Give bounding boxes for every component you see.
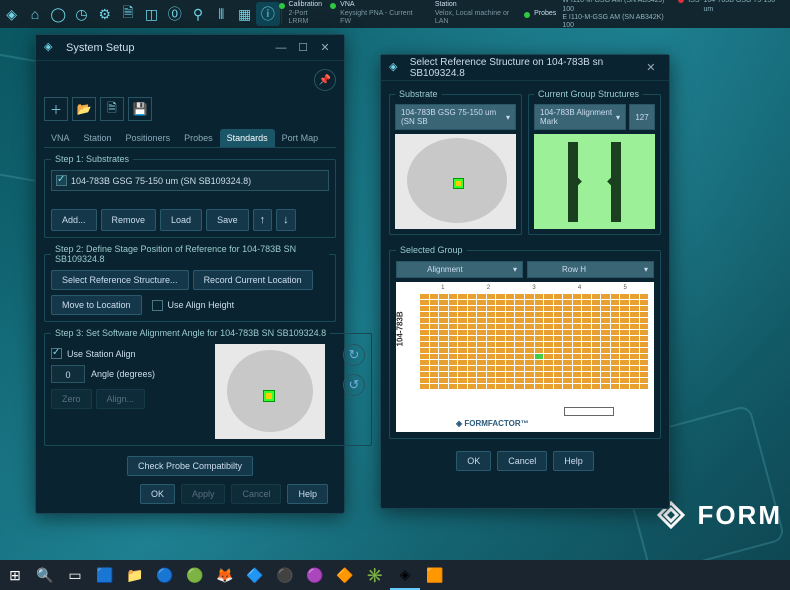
align-height-checkbox[interactable]	[152, 300, 163, 311]
app-icon[interactable]: 🔷	[240, 560, 270, 590]
save-substrate-button[interactable]: Save	[206, 209, 249, 231]
cancel-button[interactable]: Cancel	[231, 484, 281, 504]
add-button[interactable]: Add...	[51, 209, 97, 231]
user-icon[interactable]: ◯	[47, 2, 70, 26]
window-title: Select Reference Structure on 104-783B s…	[410, 57, 641, 79]
window-icon: ◈	[389, 60, 404, 76]
close-button[interactable]: ✕	[641, 59, 661, 77]
taskbar: ⊞ 🔍 ▭ 🟦 📁 🔵 🟢 🦊 🔷 ⚫ 🟣 🔶 ✳️ ◈ 🟧	[0, 560, 790, 590]
remove-button[interactable]: Remove	[101, 209, 157, 231]
open-button[interactable]: 📂	[72, 97, 96, 121]
system-setup-window: ◈ System Setup — ☐ ✕ 📌 ＋ 📂 🗎 💾 VNA Stati…	[35, 34, 345, 514]
help-button[interactable]: Help	[287, 484, 328, 504]
new-button[interactable]: ＋	[44, 97, 68, 121]
align-icon[interactable]: ▦	[233, 2, 256, 26]
move-location-button[interactable]: Move to Location	[51, 295, 142, 315]
tab-standards[interactable]: Standards	[220, 129, 275, 147]
status-probes: Probes	[528, 10, 562, 18]
app-topbar: ◈ ⌂ ◯ ◷ ⚙ 🗎 ◫ ⓪ ⚲ ⫴ ▦ ⓘ Calibration2-Por…	[0, 0, 790, 28]
selected-group-fieldset: Selected Group Alignment▾ Row H▾ 104-783…	[389, 245, 661, 439]
saveas-button[interactable]: 💾	[128, 97, 152, 121]
pin-button[interactable]: 📌	[314, 69, 336, 91]
window-title: System Setup	[66, 42, 134, 54]
tab-portmap[interactable]: Port Map	[275, 129, 326, 147]
alignment-dropdown[interactable]: Alignment▾	[396, 261, 523, 278]
app-logo-icon: ◈	[0, 2, 23, 26]
app-icon[interactable]: ✳️	[360, 560, 390, 590]
pin-icon[interactable]: ⚲	[186, 2, 209, 26]
step1-fieldset: Step 1: Substrates 104-783B GSG 75-150 u…	[44, 154, 336, 238]
tab-probes[interactable]: Probes	[177, 129, 220, 147]
tab-vna[interactable]: VNA	[44, 129, 77, 147]
record-location-button[interactable]: Record Current Location	[193, 270, 313, 290]
ok-button[interactable]: OK	[140, 484, 175, 504]
powerpoint-icon[interactable]: 🟧	[420, 560, 450, 590]
step2-fieldset: Step 2: Define Stage Position of Referen…	[44, 244, 336, 322]
gauge-icon[interactable]: ◷	[70, 2, 93, 26]
reference-window: ◈ Select Reference Structure on 104-783B…	[380, 54, 670, 509]
substrate-preview	[395, 134, 516, 229]
edge-icon[interactable]: 🔵	[150, 560, 180, 590]
current-group-fieldset: Current Group Structures 104-783B Alignm…	[528, 89, 661, 235]
close-button[interactable]: ✕	[314, 39, 336, 57]
load-button[interactable]: Load	[160, 209, 202, 231]
die-map[interactable]: 104-783B 12345 ◈ FORMFACTOR™	[396, 282, 654, 432]
app-icon[interactable]: ◈	[390, 560, 420, 590]
substrate-row[interactable]: 104-783B GSG 75-150 um (SN SB109324.8)	[51, 170, 329, 191]
alignment-preview	[534, 134, 655, 229]
zero-button[interactable]: Zero	[51, 389, 92, 409]
tune-icon[interactable]: ⫴	[210, 2, 233, 26]
settings-icon[interactable]: ⚙	[93, 2, 116, 26]
step3-fieldset: Step 3: Set Software Alignment Angle for…	[44, 328, 372, 446]
setup-tabs: VNA Station Positioners Probes Standards…	[44, 129, 336, 148]
firefox-icon[interactable]: 🦊	[210, 560, 240, 590]
row-dropdown[interactable]: Row H▾	[527, 261, 654, 278]
substrate-label: 104-783B GSG 75-150 um (SN SB109324.8)	[71, 176, 251, 186]
app-icon[interactable]: 🟦	[90, 560, 120, 590]
help-button[interactable]: Help	[553, 451, 594, 471]
cancel-button[interactable]: Cancel	[497, 451, 547, 471]
minimize-button[interactable]: —	[270, 39, 292, 57]
app-icon[interactable]: 🔶	[330, 560, 360, 590]
group-dropdown[interactable]: 104-783B Alignment Mark▾	[534, 104, 626, 130]
angle-input[interactable]: 0	[51, 365, 85, 383]
select-ref-button[interactable]: Select Reference Structure...	[51, 270, 189, 290]
group-count: 127	[629, 104, 655, 130]
use-station-checkbox[interactable]	[51, 348, 62, 359]
apply-button[interactable]: Apply	[181, 484, 226, 504]
start-button[interactable]: ⊞	[0, 560, 30, 590]
substrate-dropdown[interactable]: 104-783B GSG 75-150 um (SN SB▾	[395, 104, 516, 130]
explorer-icon[interactable]: 📁	[120, 560, 150, 590]
status-calibration: Calibration2-Port LRRM	[283, 1, 335, 26]
check-compat-button[interactable]: Check Probe Compatibilty	[127, 456, 253, 476]
brand-logo: FORM	[651, 495, 782, 535]
substrate-checkbox[interactable]	[56, 175, 67, 186]
taskview-button[interactable]: ▭	[60, 560, 90, 590]
status-station: StationVelox, Local machine or LAN	[429, 1, 528, 26]
info-icon[interactable]: ⓘ	[256, 2, 279, 26]
tab-positioners[interactable]: Positioners	[119, 129, 178, 147]
search-button[interactable]: 🔍	[30, 560, 60, 590]
doc-icon[interactable]: 🗎	[116, 2, 139, 26]
rotate-ccw-button[interactable]: ↺	[343, 374, 365, 396]
align-height-label: Use Align Height	[168, 300, 235, 310]
window-icon: ◈	[44, 40, 60, 56]
app-icon[interactable]: 🟣	[300, 560, 330, 590]
save-button[interactable]: 🗎	[100, 97, 124, 121]
rotate-cw-button[interactable]: ↻	[343, 344, 365, 366]
maximize-button[interactable]: ☐	[292, 39, 314, 57]
home-icon[interactable]: ⌂	[23, 2, 46, 26]
status-vna: VNAKeysight PNA - Current FW	[334, 1, 429, 26]
align-button[interactable]: Align...	[96, 389, 146, 409]
down-button[interactable]: ↓	[276, 209, 296, 231]
tab-station[interactable]: Station	[77, 129, 119, 147]
warning-icon[interactable]: ⓪	[163, 2, 186, 26]
layers-icon[interactable]: ◫	[140, 2, 163, 26]
up-button[interactable]: ↑	[253, 209, 273, 231]
ok-button[interactable]: OK	[456, 451, 491, 471]
app-icon[interactable]: ⚫	[270, 560, 300, 590]
substrate-fieldset: Substrate 104-783B GSG 75-150 um (SN SB▾	[389, 89, 522, 235]
wafer-preview	[215, 344, 325, 439]
app-icon[interactable]: 🟢	[180, 560, 210, 590]
